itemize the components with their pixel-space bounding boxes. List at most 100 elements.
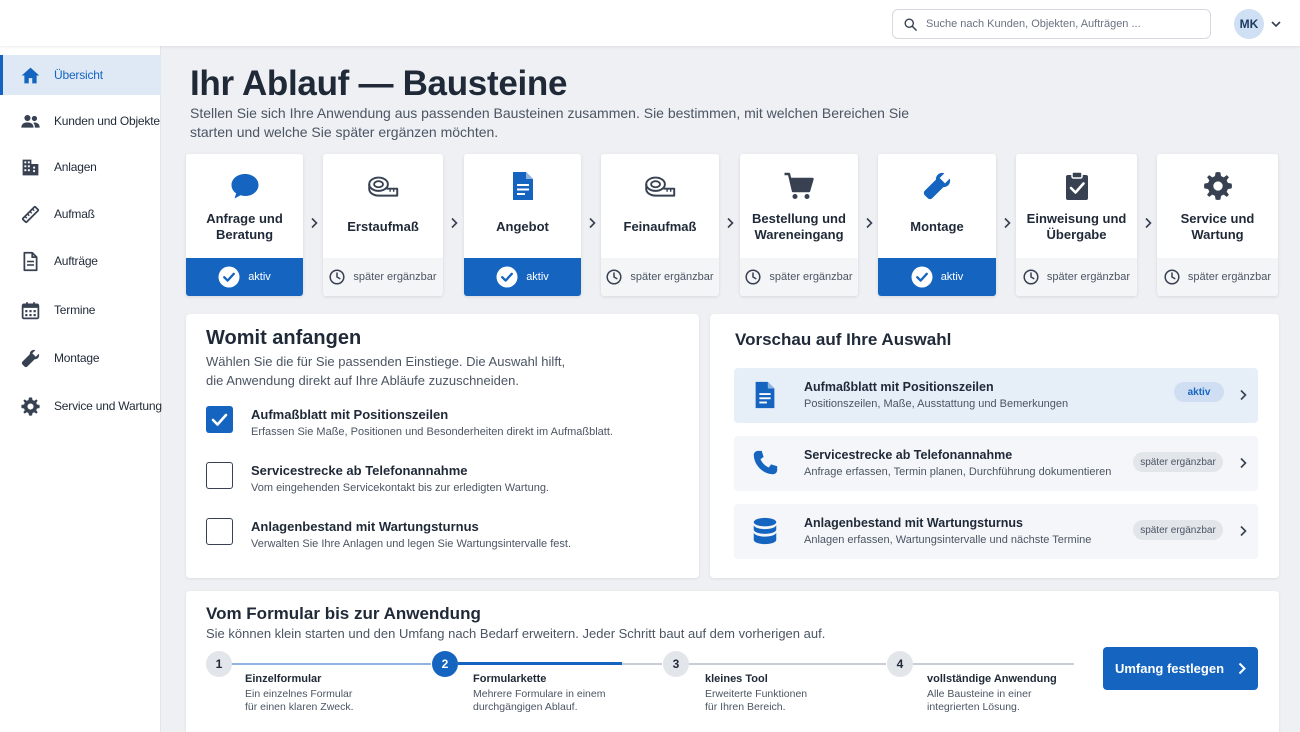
umfang-festlegen-button[interactable]: Umfang festlegen bbox=[1103, 647, 1258, 690]
gear-icon bbox=[1157, 170, 1278, 202]
step-status-later: später ergänzbar bbox=[1016, 258, 1137, 296]
chevron-right-icon bbox=[451, 217, 458, 229]
building-icon bbox=[20, 157, 41, 178]
clock-icon bbox=[1164, 269, 1180, 285]
option-desc: Verwalten Sie Ihre Anlagen und legen Sie… bbox=[251, 538, 572, 550]
step-card-service[interactable]: Service und Wartung später ergänzbar bbox=[1157, 154, 1278, 296]
step-status-later: später ergänzbar bbox=[601, 258, 719, 296]
check-circle-icon bbox=[496, 266, 518, 288]
document-icon bbox=[755, 381, 775, 409]
gear-icon bbox=[20, 396, 41, 417]
calendar-icon bbox=[20, 300, 41, 321]
timeline-step-title: Einzelformular bbox=[245, 673, 322, 685]
preview-item-title: Anlagenbestand mit Wartungsturnus bbox=[804, 516, 1023, 530]
preview-item-anlagenbestand[interactable]: Anlagenbestand mit Wartungsturnus Anlage… bbox=[734, 504, 1258, 559]
search-input[interactable] bbox=[926, 18, 1196, 30]
timeline-step-1: 1 bbox=[206, 651, 232, 677]
timeline-step-title: kleines Tool bbox=[705, 673, 768, 685]
checkbox-checked[interactable] bbox=[206, 406, 233, 433]
clock-icon bbox=[1023, 269, 1039, 285]
chevron-right-icon bbox=[866, 217, 873, 229]
preview-item-title: Servicestrecke ab Telefonannahme bbox=[804, 448, 1013, 462]
step-label: Service und Wartung bbox=[1180, 211, 1255, 242]
start-subtitle: Wählen Sie die für Sie passenden Einstie… bbox=[206, 354, 566, 388]
option-servicestrecke[interactable]: Servicestrecke ab Telefonannahme Vom ein… bbox=[206, 462, 676, 506]
option-aufmassblatt[interactable]: Aufmaßblatt mit Positionszeilen Erfassen… bbox=[206, 406, 676, 450]
check-icon bbox=[211, 413, 228, 426]
sidebar-item-label: Service und Wartung bbox=[54, 399, 162, 413]
timeline-step-desc: Mehrere Formulare in einem durchgängigen… bbox=[473, 688, 606, 713]
clock-icon bbox=[329, 269, 345, 285]
avatar[interactable]: MK bbox=[1234, 9, 1264, 39]
preview-item-desc: Anfrage erfassen, Termin planen, Durchfü… bbox=[804, 466, 1112, 478]
preview-item-aufmassblatt[interactable]: Aufmaßblatt mit Positionszeilen Position… bbox=[734, 368, 1258, 423]
check-circle-icon bbox=[218, 266, 240, 288]
check-circle-icon bbox=[911, 266, 933, 288]
chevron-right-icon bbox=[1004, 217, 1011, 229]
step-card-bestellung[interactable]: Bestellung und Wareneingang später ergän… bbox=[740, 154, 858, 296]
chevron-right-icon bbox=[727, 217, 734, 229]
timeline-step-2: 2 bbox=[432, 651, 458, 677]
step-card-angebot[interactable]: Angebot aktiv bbox=[464, 154, 581, 296]
sidebar-item-aufmass[interactable]: Aufmaß bbox=[0, 194, 161, 234]
clock-icon bbox=[606, 269, 622, 285]
option-desc: Erfassen Sie Maße, Positionen und Besond… bbox=[251, 426, 613, 438]
progression-title: Vom Formular bis zur Anwendung bbox=[206, 604, 481, 623]
step-card-anfrage[interactable]: Anfrage und Beratung aktiv bbox=[186, 154, 303, 296]
tape-measure-icon bbox=[601, 170, 719, 202]
option-desc: Vom eingehenden Servicekontakt bis zur e… bbox=[251, 482, 549, 494]
sidebar-item-label: Montage bbox=[54, 351, 100, 365]
people-icon bbox=[20, 111, 41, 132]
step-card-montage[interactable]: Montage aktiv bbox=[878, 154, 996, 296]
wrench-icon bbox=[878, 170, 996, 202]
document-icon bbox=[464, 170, 581, 202]
step-label: Bestellung und Wareneingang bbox=[752, 211, 846, 242]
sidebar-item-termine[interactable]: Termine bbox=[0, 290, 161, 330]
cart-icon bbox=[740, 170, 858, 202]
search-icon bbox=[904, 18, 917, 31]
sidebar-item-uebersicht[interactable]: Übersicht bbox=[0, 55, 161, 95]
timeline-line bbox=[912, 663, 1074, 665]
chat-bubble-icon bbox=[186, 170, 303, 202]
document-icon bbox=[20, 251, 41, 272]
sidebar-item-montage[interactable]: Montage bbox=[0, 338, 161, 378]
chevron-right-icon bbox=[1240, 525, 1247, 537]
checkbox-unchecked[interactable] bbox=[206, 518, 233, 545]
preview-title: Vorschau auf Ihre Auswahl bbox=[735, 330, 952, 349]
sidebar-item-label: Aufträge bbox=[54, 254, 98, 268]
step-status-active: aktiv bbox=[186, 258, 303, 296]
step-status-later: später ergänzbar bbox=[323, 258, 443, 296]
preview-item-servicestrecke[interactable]: Servicestrecke ab Telefonannahme Anfrage… bbox=[734, 436, 1258, 491]
timeline-step-title: vollständige Anwendung bbox=[927, 673, 1057, 685]
step-status-later: später ergänzbar bbox=[740, 258, 858, 296]
top-bar: MK bbox=[0, 0, 1300, 46]
sidebar-item-kunden[interactable]: Kunden und Objekte bbox=[0, 101, 161, 141]
sidebar-item-label: Aufmaß bbox=[54, 207, 95, 221]
start-title: Womit anfangen bbox=[206, 327, 362, 349]
step-card-einweisung[interactable]: Einweisung und Übergabe später ergänzbar bbox=[1016, 154, 1137, 296]
option-anlagenbestand[interactable]: Anlagenbestand mit Wartungsturnus Verwal… bbox=[206, 518, 676, 562]
chevron-down-icon[interactable] bbox=[1270, 18, 1282, 30]
search-box[interactable] bbox=[892, 9, 1211, 39]
preview-item-title: Aufmaßblatt mit Positionszeilen bbox=[804, 380, 994, 394]
chevron-right-icon bbox=[311, 217, 318, 229]
sidebar-item-label: Übersicht bbox=[54, 68, 103, 82]
step-label: Feinaufmaß bbox=[623, 219, 697, 234]
preview-item-desc: Anlagen erfassen, Wartungsintervalle und… bbox=[804, 534, 1092, 546]
timeline-line-active bbox=[458, 662, 622, 665]
sidebar-item-auftraege[interactable]: Aufträge bbox=[0, 241, 161, 281]
option-title: Aufmaßblatt mit Positionszeilen bbox=[251, 407, 449, 422]
option-title: Servicestrecke ab Telefonannahme bbox=[251, 463, 468, 478]
sidebar-item-service[interactable]: Service und Wartung bbox=[0, 386, 162, 426]
checkbox-unchecked[interactable] bbox=[206, 462, 233, 489]
clock-icon bbox=[745, 269, 761, 285]
timeline-line bbox=[688, 663, 886, 665]
option-title: Anlagenbestand mit Wartungsturnus bbox=[251, 519, 479, 534]
step-card-feinaufmass[interactable]: Feinaufmaß später ergänzbar bbox=[601, 154, 719, 296]
sidebar-item-label: Kunden und Objekte bbox=[54, 114, 160, 128]
sidebar-item-label: Termine bbox=[54, 303, 96, 317]
page-subtitle: Stellen Sie sich Ihre Anwendung aus pass… bbox=[190, 105, 910, 140]
sidebar-item-anlagen[interactable]: Anlagen bbox=[0, 147, 161, 187]
step-card-erstaufmass[interactable]: Erstaufmaß später ergänzbar bbox=[323, 154, 443, 296]
step-label: Einweisung und Übergabe bbox=[1026, 211, 1127, 242]
